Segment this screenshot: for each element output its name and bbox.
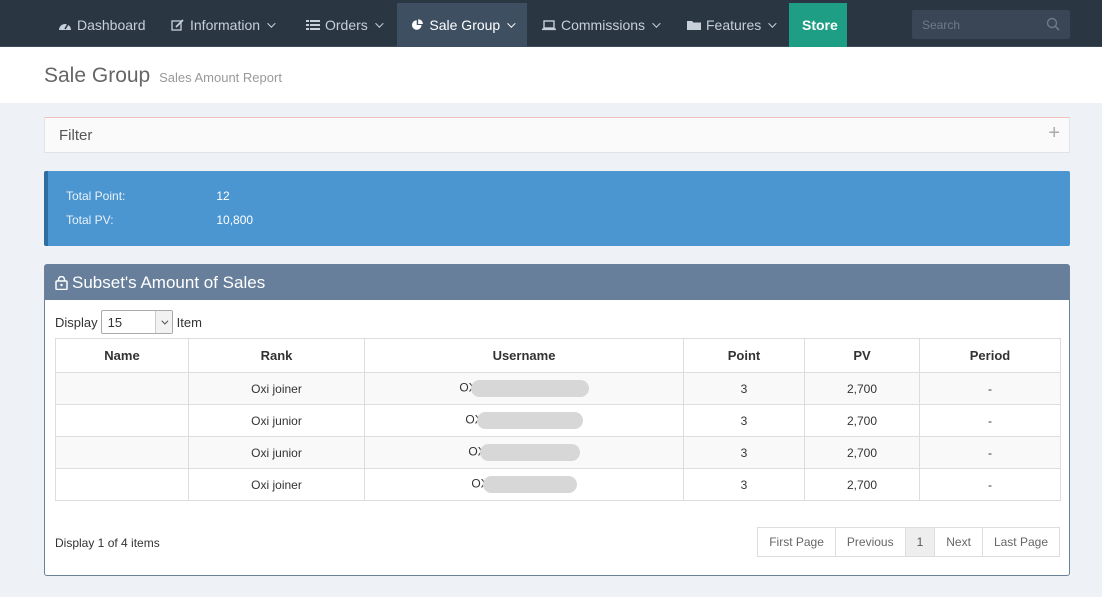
pagination-info: Display 1 of 4 items bbox=[55, 536, 160, 550]
table-row[interactable]: Oxi joiner OX 3 2,700 - bbox=[55, 372, 1061, 405]
table-row[interactable]: Oxi junior OX 3 2,700 - bbox=[55, 436, 1061, 469]
next-page-button[interactable]: Next bbox=[934, 527, 983, 557]
current-page-button[interactable]: 1 bbox=[904, 527, 936, 557]
page-subtitle: Sales Amount Report bbox=[159, 70, 282, 85]
cell-username: OX bbox=[364, 468, 684, 501]
cell-pv: 2,700 bbox=[804, 436, 920, 469]
cell-username: OX bbox=[364, 436, 684, 469]
chevron-down-icon bbox=[267, 19, 276, 28]
redacted-block bbox=[476, 412, 583, 429]
cell-name bbox=[55, 436, 189, 469]
cell-pv: 2,700 bbox=[804, 372, 920, 405]
nav-features[interactable]: Features bbox=[673, 3, 788, 47]
cell-name bbox=[55, 404, 189, 437]
cell-pv: 2,700 bbox=[804, 468, 920, 501]
search-input[interactable] bbox=[912, 17, 1037, 32]
cell-rank: Oxi junior bbox=[188, 404, 365, 437]
item-label: Item bbox=[176, 314, 202, 330]
top-navbar: Dashboard Information Orders Sale Group … bbox=[0, 0, 1102, 47]
nav-features-label: Features bbox=[706, 17, 762, 33]
pagination: First Page Previous 1 Next Last Page bbox=[757, 527, 1060, 557]
cell-rank: Oxi joiner bbox=[188, 468, 365, 501]
chevron-down-icon bbox=[507, 19, 516, 28]
chevron-down-icon bbox=[652, 19, 661, 28]
redacted-block bbox=[479, 444, 580, 461]
cell-rank: Oxi junior bbox=[188, 436, 365, 469]
nav-dashboard-label: Dashboard bbox=[77, 17, 146, 33]
column-header-point[interactable]: Point bbox=[683, 338, 805, 373]
page-title-text: Sale Group bbox=[44, 64, 151, 87]
nav-sale-group-label: Sale Group bbox=[429, 17, 501, 33]
cell-period: - bbox=[919, 468, 1061, 501]
column-header-pv[interactable]: PV bbox=[804, 338, 920, 373]
cell-point: 3 bbox=[683, 404, 805, 437]
total-point-value: 12 bbox=[216, 189, 230, 203]
edit-icon bbox=[171, 19, 184, 31]
nav-sale-group[interactable]: Sale Group bbox=[397, 3, 527, 47]
total-pv-row: Total PV: 10,800 bbox=[66, 213, 253, 227]
total-pv-value: 10,800 bbox=[216, 213, 254, 227]
nav-commissions[interactable]: Commissions bbox=[528, 3, 672, 47]
page-size-value: 15 bbox=[107, 314, 123, 330]
column-header-rank[interactable]: Rank bbox=[188, 338, 365, 373]
nav-information-label: Information bbox=[190, 17, 261, 33]
cell-pv: 2,700 bbox=[804, 404, 920, 437]
table-row[interactable]: Oxi junior OX 3 2,700 - bbox=[55, 404, 1061, 437]
dashboard-icon bbox=[59, 23, 71, 30]
cell-username: OX bbox=[364, 404, 684, 437]
column-header-username[interactable]: Username bbox=[364, 338, 684, 373]
search-icon[interactable] bbox=[1046, 17, 1060, 31]
redacted-block bbox=[482, 476, 577, 493]
page-header: Sale Group Sales Amount Report bbox=[0, 47, 1102, 103]
totals-panel: Total Point: 12 Total PV: 10,800 bbox=[44, 171, 1070, 246]
filter-title: Filter bbox=[59, 127, 93, 144]
chevron-down-icon bbox=[154, 311, 172, 333]
search-box bbox=[912, 10, 1070, 39]
expand-plus-icon[interactable]: + bbox=[1048, 122, 1060, 145]
laptop-icon bbox=[542, 20, 556, 31]
cell-period: - bbox=[919, 372, 1061, 405]
table-row[interactable]: Oxi joiner OX 3 2,700 - bbox=[55, 468, 1061, 501]
cell-point: 3 bbox=[683, 372, 805, 405]
page-title: Sale Group Sales Amount Report bbox=[44, 64, 282, 88]
total-point-label: Total Point: bbox=[66, 189, 126, 203]
shopping-bag-icon bbox=[55, 275, 68, 290]
portlet-title: Subset's Amount of Sales bbox=[72, 272, 266, 292]
previous-page-button[interactable]: Previous bbox=[834, 527, 906, 557]
first-page-button[interactable]: First Page bbox=[757, 527, 836, 557]
table-header-row: Name Rank Username Point PV Period bbox=[55, 338, 1061, 373]
display-label: Display bbox=[55, 314, 98, 330]
nav-commissions-label: Commissions bbox=[561, 17, 646, 33]
nav-dashboard[interactable]: Dashboard bbox=[44, 3, 160, 47]
cell-rank: Oxi joiner bbox=[188, 372, 365, 405]
filter-panel[interactable]: Filter + bbox=[44, 117, 1070, 153]
folder-icon bbox=[687, 21, 701, 30]
column-header-period[interactable]: Period bbox=[919, 338, 1061, 373]
chevron-down-icon bbox=[374, 19, 384, 28]
cell-name bbox=[55, 468, 189, 501]
page-size-select[interactable]: 15 bbox=[100, 310, 173, 334]
total-pv-label: Total PV: bbox=[66, 213, 114, 227]
portlet-header: Subset's Amount of Sales bbox=[45, 265, 1069, 300]
sales-table: Name Rank Username Point PV Period Oxi j… bbox=[55, 338, 1061, 501]
cell-name bbox=[55, 372, 189, 405]
nav-orders-label: Orders bbox=[325, 17, 368, 33]
pie-chart-icon bbox=[411, 19, 423, 30]
chevron-down-icon bbox=[768, 19, 777, 28]
nav-store-button[interactable]: Store bbox=[789, 3, 847, 47]
cell-point: 3 bbox=[683, 468, 805, 501]
sales-portlet: Subset's Amount of Sales Display 15 Item… bbox=[44, 264, 1070, 576]
column-header-name[interactable]: Name bbox=[55, 338, 189, 373]
nav-orders[interactable]: Orders bbox=[292, 3, 395, 47]
list-icon bbox=[306, 20, 320, 30]
nav-information[interactable]: Information bbox=[157, 3, 287, 47]
cell-username: OX bbox=[364, 372, 684, 405]
redacted-block bbox=[470, 380, 589, 397]
last-page-button[interactable]: Last Page bbox=[981, 527, 1060, 557]
cell-point: 3 bbox=[683, 436, 805, 469]
cell-period: - bbox=[919, 404, 1061, 437]
page-size-control: Display 15 Item bbox=[55, 310, 202, 334]
total-point-row: Total Point: 12 bbox=[66, 189, 230, 203]
cell-period: - bbox=[919, 436, 1061, 469]
